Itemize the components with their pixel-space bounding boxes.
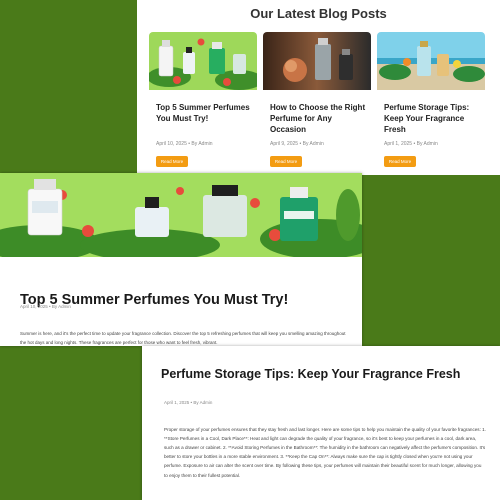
article-summer-perfumes: Top 5 Summer Perfumes You Must Try! Apri…: [0, 173, 362, 346]
read-more-button[interactable]: Read More: [270, 156, 302, 167]
blog-card-choose-perfume[interactable]: How to Choose the Right Perfume for Any …: [263, 32, 371, 172]
read-more-button[interactable]: Read More: [384, 156, 416, 167]
article-hero-image: [0, 173, 362, 257]
section-heading: Our Latest Blog Posts: [250, 6, 387, 21]
card-meta: April 9, 2025 • By Admin: [270, 141, 324, 147]
card-image-storage[interactable]: [377, 32, 485, 90]
blog-card-storage-tips[interactable]: Perfume Storage Tips: Keep Your Fragranc…: [377, 32, 485, 172]
card-title[interactable]: Top 5 Summer Perfumes You Must Try!: [156, 102, 256, 124]
blog-card-summer-perfumes[interactable]: Top 5 Summer Perfumes You Must Try! Apri…: [149, 32, 257, 172]
article-meta: April 10, 2025 • By Admin: [20, 304, 71, 309]
article-title: Perfume Storage Tips: Keep Your Fragranc…: [161, 367, 461, 382]
blog-listing-section: Our Latest Blog Posts Top 5 Summer Perfu…: [137, 0, 500, 175]
card-meta: April 1, 2025 • By Admin: [384, 141, 438, 147]
card-image-choose[interactable]: [263, 32, 371, 90]
read-more-button[interactable]: Read More: [156, 156, 188, 167]
article-body: Summer is here, and it's the perfect tim…: [20, 330, 346, 345]
article-body: Proper storage of your perfumes ensures …: [164, 426, 486, 478]
card-image-summer[interactable]: [149, 32, 257, 90]
card-title[interactable]: How to Choose the Right Perfume for Any …: [270, 102, 370, 135]
card-title[interactable]: Perfume Storage Tips: Keep Your Fragranc…: [384, 102, 484, 135]
article-meta: April 1, 2025 • By Admin: [164, 400, 213, 405]
card-meta: April 10, 2025 • By Admin: [156, 141, 213, 147]
article-storage-tips: Perfume Storage Tips: Keep Your Fragranc…: [142, 346, 500, 500]
